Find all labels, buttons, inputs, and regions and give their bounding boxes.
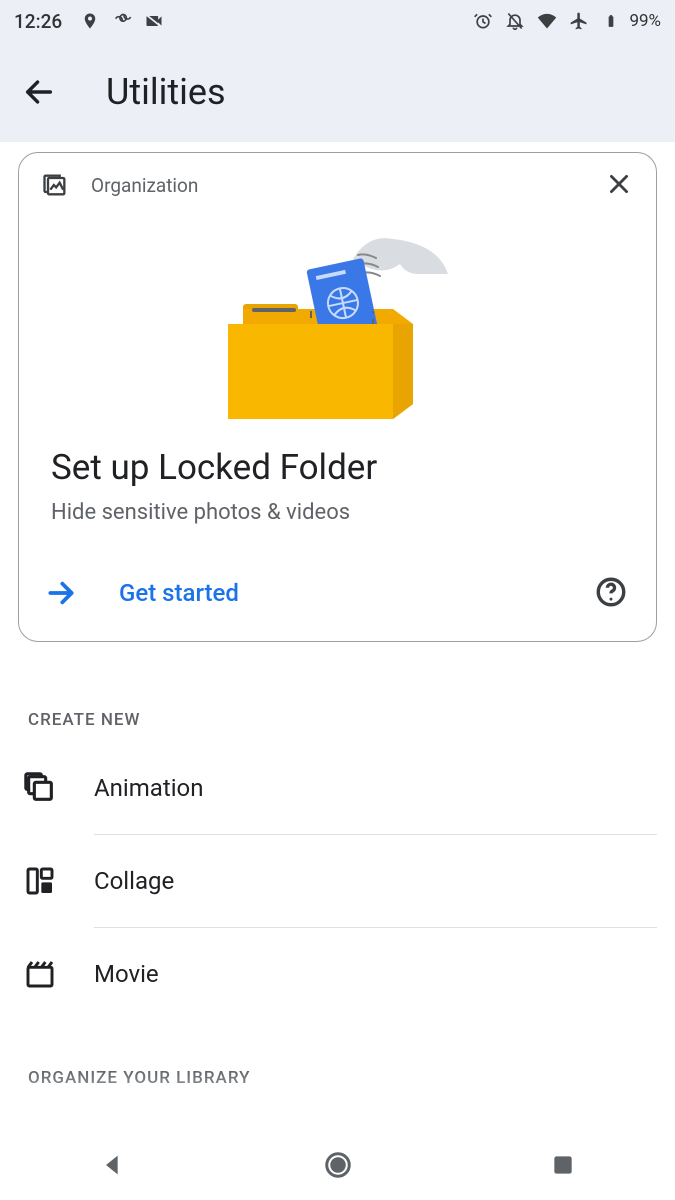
card-tag: Organization: [91, 174, 198, 197]
get-started-button[interactable]: Get started: [119, 579, 239, 607]
create-item-label: Movie: [94, 960, 159, 988]
arrow-right-icon: [45, 577, 77, 609]
collage-icon: [22, 863, 58, 899]
status-time: 12:26: [14, 10, 62, 33]
card-subtitle: Hide sensitive photos & videos: [19, 500, 656, 525]
navigation-bar: [0, 1130, 675, 1200]
alarm-icon: [473, 11, 493, 31]
create-item-movie[interactable]: Movie: [18, 928, 657, 1020]
create-item-label: Collage: [94, 867, 174, 895]
nav-back-button[interactable]: [93, 1145, 133, 1185]
create-list: Animation Collage Movie: [18, 742, 657, 1020]
card-illustration: [19, 209, 656, 429]
nav-recent-button[interactable]: [543, 1145, 583, 1185]
section-heading-create: CREATE NEW: [18, 698, 657, 742]
card-title: Set up Locked Folder: [19, 447, 656, 488]
close-card-button[interactable]: [606, 171, 634, 199]
pinwheel-icon: [112, 11, 132, 31]
gallery-icon: [41, 171, 69, 199]
create-item-collage[interactable]: Collage: [18, 835, 657, 927]
status-bar: 12:26 99%: [0, 0, 675, 42]
location-icon: [80, 11, 100, 31]
camera-off-icon: [144, 11, 164, 31]
animation-icon: [22, 770, 58, 806]
airplane-icon: [569, 11, 589, 31]
section-heading-organize: ORGANIZE YOUR LIBRARY: [18, 1056, 657, 1100]
create-item-animation[interactable]: Animation: [18, 742, 657, 834]
create-item-label: Animation: [94, 774, 203, 802]
wifi-icon: [537, 11, 557, 31]
back-button[interactable]: [18, 71, 60, 113]
locked-folder-card: Organization: [18, 152, 657, 642]
movie-icon: [22, 956, 58, 992]
battery-icon: [601, 11, 621, 31]
nav-home-button[interactable]: [318, 1145, 358, 1185]
app-bar: Utilities: [0, 42, 675, 142]
page-title: Utilities: [106, 71, 226, 113]
help-button[interactable]: [594, 575, 630, 611]
battery-percentage: 99%: [629, 11, 661, 31]
notifications-off-icon: [505, 11, 525, 31]
